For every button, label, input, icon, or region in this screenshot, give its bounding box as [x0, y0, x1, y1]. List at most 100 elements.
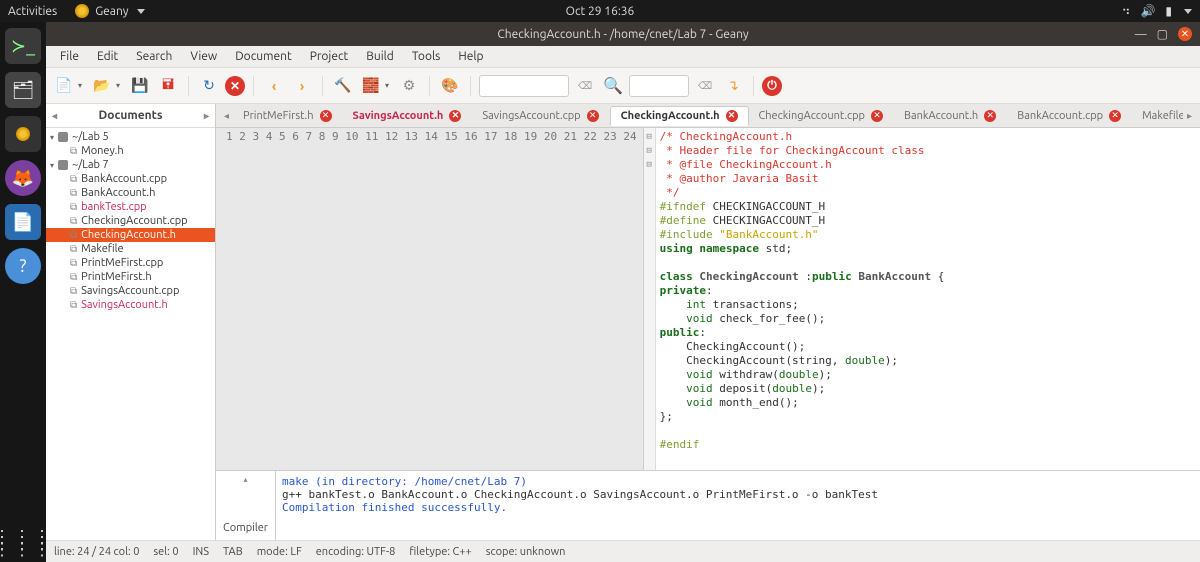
close-button[interactable]: ✕ — [1178, 27, 1192, 41]
tree-file[interactable]: ⧉CheckingAccount.cpp — [46, 214, 215, 228]
menu-build[interactable]: Build — [358, 48, 402, 65]
quit-button[interactable]: ⏻ — [762, 76, 782, 96]
save-button[interactable]: 💾 — [128, 74, 152, 98]
status-tab: TAB — [223, 546, 243, 558]
geany-icon — [75, 4, 89, 18]
titlebar: CheckingAccount.h - /home/cnet/Lab 7 - G… — [46, 22, 1200, 46]
panel-collapse-icon[interactable]: ▴ — [243, 475, 247, 484]
sidebar-prev[interactable]: ◂ — [52, 110, 57, 122]
minimize-button[interactable]: — — [1135, 28, 1147, 41]
compiler-tab[interactable]: ▴ Compiler — [216, 471, 276, 540]
show-apps-icon[interactable]: ⋮⋮⋮⋮⋮⋮⋮⋮⋮ — [0, 534, 53, 552]
gnome-panel: Activities Geany Oct 29 16:36 ⠲ 🔊 ▮ — [0, 0, 1200, 22]
volume-icon[interactable]: 🔊 — [1140, 4, 1155, 18]
tab-close-icon[interactable]: ✕ — [320, 110, 332, 122]
menu-help[interactable]: Help — [450, 48, 491, 65]
sidebar-header: ◂ Documents ▸ — [46, 104, 215, 128]
compiler-line: g++ bankTest.o BankAccount.o CheckingAcc… — [282, 488, 1194, 501]
code-editor[interactable]: 1 2 3 4 5 6 7 8 9 10 11 12 13 14 15 16 1… — [216, 128, 1200, 470]
dock-files[interactable]: 🗂 — [5, 72, 41, 108]
editor-tab[interactable]: CheckingAccount.cpp✕ — [749, 106, 894, 126]
code-content[interactable]: /* CheckingAccount.h * Header file for C… — [656, 128, 1200, 470]
nav-fwd-button[interactable]: › — [290, 74, 314, 98]
compiler-line: make (in directory: /home/cnet/Lab 7) — [282, 475, 1194, 488]
dock-help[interactable]: ? — [5, 248, 41, 284]
dock-libreoffice[interactable]: 📄 — [5, 204, 41, 240]
dock-firefox[interactable]: 🦊 — [5, 160, 41, 196]
editor-tab[interactable]: CheckingAccount.h✕ — [610, 106, 749, 126]
menu-project[interactable]: Project — [302, 48, 357, 65]
tab-close-icon[interactable]: ✕ — [587, 110, 599, 122]
tree-file[interactable]: ⧉CheckingAccount.h — [46, 228, 215, 242]
dock-terminal[interactable]: ≻_ — [5, 28, 41, 64]
tree-folder[interactable]: ▾~/Lab 7 — [46, 158, 215, 172]
maximize-button[interactable]: ▢ — [1157, 27, 1168, 41]
tab-close-icon[interactable]: ✕ — [1109, 110, 1121, 122]
execute-button[interactable]: ⚙ — [397, 74, 421, 98]
clock: Oct 29 16:36 — [566, 5, 635, 18]
tab-close-icon[interactable]: ✕ — [984, 110, 996, 122]
compiler-output[interactable]: make (in directory: /home/cnet/Lab 7)g++… — [276, 471, 1200, 540]
fold-column[interactable]: ⊟ ⊟ ⊟ — [644, 128, 656, 470]
window-title: CheckingAccount.h - /home/cnet/Lab 7 - G… — [497, 28, 748, 41]
editor-tab[interactable]: SavingsAccount.cpp✕ — [472, 106, 609, 126]
reload-button[interactable]: ↻ — [197, 74, 221, 98]
editor-tab[interactable]: BankAccount.h✕ — [894, 106, 1007, 126]
nav-back-button[interactable]: ‹ — [262, 74, 286, 98]
find-button[interactable]: 🔍 — [601, 74, 625, 98]
tree-file[interactable]: ⧉bankTest.cpp — [46, 200, 215, 214]
tree-file[interactable]: ⧉BankAccount.h — [46, 186, 215, 200]
tree-file[interactable]: ⧉Money.h — [46, 144, 215, 158]
app-menu[interactable]: Geany — [75, 4, 144, 18]
editor-tab[interactable]: PrintMeFirst.h✕ — [233, 106, 343, 126]
menu-edit[interactable]: Edit — [89, 48, 126, 65]
menu-tools[interactable]: Tools — [404, 48, 449, 65]
tab-close-icon[interactable]: ✕ — [871, 110, 883, 122]
tree-folder[interactable]: ▾~/Lab 5 — [46, 130, 215, 144]
compiler-line: Compilation finished successfully. — [282, 501, 1194, 514]
menu-search[interactable]: Search — [128, 48, 180, 65]
tab-close-icon[interactable]: ✕ — [726, 110, 738, 122]
build-button[interactable]: 🧱 — [359, 74, 383, 98]
search-input[interactable] — [479, 75, 569, 97]
clear-search-icon[interactable]: ⌫ — [573, 74, 597, 98]
menu-file[interactable]: File — [52, 48, 87, 65]
tree-file[interactable]: ⧉BankAccount.cpp — [46, 172, 215, 186]
dock-geany[interactable] — [5, 116, 41, 152]
new-file-button[interactable]: 📄 — [52, 74, 76, 98]
status-filetype: filetype: C++ — [409, 546, 471, 558]
statusbar: line: 24 / 24 col: 0 sel: 0 INS TAB mode… — [46, 540, 1200, 562]
tree-file[interactable]: ⧉PrintMeFirst.h — [46, 270, 215, 284]
goto-line-input[interactable] — [629, 75, 689, 97]
tabs-scroll-left[interactable]: ◂ — [220, 110, 233, 122]
open-button[interactable]: 📂 — [90, 74, 114, 98]
editor-tab[interactable]: BankAccount.cpp✕ — [1007, 106, 1132, 126]
tree-file[interactable]: ⧉PrintMeFirst.cpp — [46, 256, 215, 270]
tree-file[interactable]: ⧉SavingsAccount.cpp — [46, 284, 215, 298]
editor-tab[interactable]: SavingsAccount.h✕ — [343, 106, 473, 126]
editor-tabs: ◂ PrintMeFirst.h✕SavingsAccount.h✕Saving… — [216, 104, 1200, 128]
sidebar-next[interactable]: ▸ — [204, 110, 209, 122]
save-all-button[interactable]: 🖬 — [156, 74, 180, 98]
network-icon[interactable]: ⠲ — [1122, 4, 1131, 18]
dock: ≻_ 🗂 🦊 📄 ? ⋮⋮⋮⋮⋮⋮⋮⋮⋮ — [0, 22, 46, 562]
system-menu-chevron[interactable] — [1184, 9, 1192, 14]
tabs-scroll-right[interactable]: ▸ — [1183, 110, 1196, 122]
tab-close-icon[interactable]: ✕ — [449, 110, 461, 122]
chevron-down-icon — [137, 9, 145, 14]
document-tree[interactable]: ▾~/Lab 5⧉Money.h▾~/Lab 7⧉BankAccount.cpp… — [46, 128, 215, 540]
color-chooser-button[interactable]: 🎨 — [438, 74, 462, 98]
status-position: line: 24 / 24 col: 0 — [54, 546, 139, 558]
battery-icon[interactable]: ▮ — [1165, 4, 1172, 18]
clear-goto-icon[interactable]: ⌫ — [693, 74, 717, 98]
tree-file[interactable]: ⧉Makefile — [46, 242, 215, 256]
toolbar: 📄▾ 📂▾ 💾 🖬 ↻ ✕ ‹ › 🔨 🧱▾ ⚙ 🎨 ⌫ 🔍 ⌫ ↴ ⏻ — [46, 68, 1200, 104]
compile-button[interactable]: 🔨 — [331, 74, 355, 98]
menu-document[interactable]: Document — [227, 48, 299, 65]
goto-button[interactable]: ↴ — [721, 74, 745, 98]
activities-button[interactable]: Activities — [8, 5, 57, 18]
editor-tab[interactable]: Makefile✕ — [1132, 106, 1183, 126]
menu-view[interactable]: View — [182, 48, 225, 65]
tree-file[interactable]: ⧉SavingsAccount.h — [46, 298, 215, 312]
close-file-button[interactable]: ✕ — [225, 76, 245, 96]
